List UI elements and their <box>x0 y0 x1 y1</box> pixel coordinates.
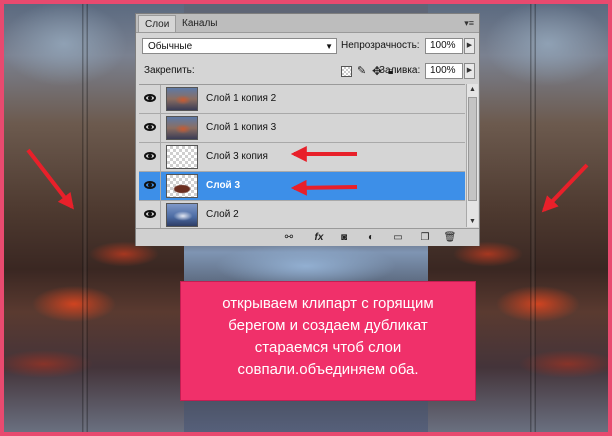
caption-line: стараемся чтоб слои <box>254 339 402 356</box>
layer-row[interactable]: Слой 2 <box>139 201 465 228</box>
opacity-label: Непрозрачность: <box>341 40 420 51</box>
tab-layers[interactable]: Слои <box>138 15 177 32</box>
opacity-slider-arrow-icon[interactable]: ▶ <box>464 38 475 54</box>
layer-thumbnail <box>166 145 198 169</box>
folder-icon[interactable]: ▭ <box>391 231 405 244</box>
layer-name: Слой 3 копия <box>206 151 268 162</box>
visibility-toggle[interactable] <box>139 114 161 142</box>
eye-icon <box>144 94 156 102</box>
blend-mode-select[interactable]: Обычные ▼ <box>142 38 337 54</box>
instruction-caption: открываем клипарт с горящим берегом и со… <box>180 281 476 401</box>
layer-thumbnail <box>166 116 198 140</box>
tab-channels[interactable]: Каналы <box>176 15 224 32</box>
visibility-toggle[interactable] <box>139 85 161 113</box>
caption-line: берегом и создаем дубликат <box>228 317 428 334</box>
caption-line: открываем клипарт с горящим <box>222 295 434 312</box>
layer-thumbnail <box>166 203 198 227</box>
layer-row[interactable]: Слой 3 копия <box>139 143 465 172</box>
lock-label: Закрепить: <box>144 65 195 76</box>
trash-icon[interactable]: 🗑︎ <box>443 231 457 244</box>
link-icon[interactable]: ⚯ <box>281 231 297 244</box>
eye-icon <box>144 152 156 160</box>
visibility-toggle[interactable] <box>139 143 161 171</box>
eye-icon <box>144 210 156 218</box>
eye-icon <box>144 181 156 189</box>
new-layer-icon[interactable]: ❐ <box>418 231 432 244</box>
fill-field[interactable]: 100% <box>425 63 463 79</box>
fx-icon[interactable]: fx <box>310 231 328 244</box>
layers-bottom-bar: ⚯ fx ◙ ◐ ▭ ❐ 🗑︎ <box>136 228 479 246</box>
visibility-toggle[interactable] <box>139 201 161 228</box>
background-seam <box>82 4 88 432</box>
layer-row[interactable]: Слой 1 копия 3 <box>139 114 465 143</box>
layer-row-selected[interactable]: Слой 3 <box>139 172 465 201</box>
scroll-up-icon[interactable]: ▲ <box>467 84 478 95</box>
fill-slider-arrow-icon[interactable]: ▶ <box>464 63 475 79</box>
panel-menu-icon[interactable]: ▾≡ <box>464 17 474 29</box>
layer-thumbnail <box>166 174 198 198</box>
visibility-toggle[interactable] <box>139 172 161 200</box>
layer-row[interactable]: Слой 1 копия 2 <box>139 85 465 114</box>
adjustment-icon[interactable]: ◐ <box>364 231 378 244</box>
layers-scrollbar[interactable]: ▲ ▼ <box>466 84 478 227</box>
layer-name: Слой 1 копия 3 <box>206 122 277 133</box>
eye-icon <box>144 123 156 131</box>
layer-name: Слой 3 <box>206 180 241 191</box>
layers-list: Слой 1 копия 2 Слой 1 копия 3 Слой 3 коп… <box>139 84 465 228</box>
caption-line: совпали.объединяем оба. <box>237 361 419 378</box>
layer-name: Слой 1 копия 2 <box>206 93 277 104</box>
blend-mode-value: Обычные <box>148 41 193 52</box>
panel-tabs: Слои Каналы ▾≡ <box>136 14 479 33</box>
background-seam <box>530 4 536 432</box>
fill-label: Заливка: <box>379 65 421 76</box>
mask-icon[interactable]: ◙ <box>337 231 351 244</box>
opacity-field[interactable]: 100% <box>425 38 463 54</box>
chevron-down-icon: ▼ <box>325 42 333 51</box>
scroll-down-icon[interactable]: ▼ <box>467 216 478 227</box>
layers-panel: Слои Каналы ▾≡ Обычные ▼ Непрозрачность:… <box>135 13 480 246</box>
layer-thumbnail <box>166 87 198 111</box>
lock-transparent-pixels-icon[interactable] <box>341 66 352 77</box>
layer-name: Слой 2 <box>206 209 239 220</box>
lock-image-pixels-icon[interactable]: ✎ <box>357 66 368 77</box>
scroll-thumb[interactable] <box>468 97 477 201</box>
